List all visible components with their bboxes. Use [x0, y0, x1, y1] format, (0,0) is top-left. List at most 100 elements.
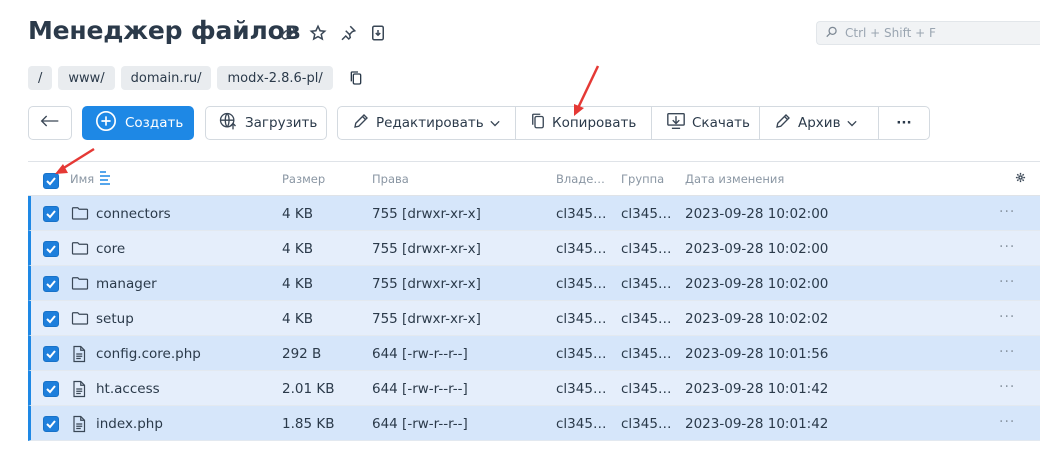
copy-path-icon[interactable]	[347, 69, 365, 87]
arrow-left-icon	[40, 115, 60, 131]
row-more-button[interactable]: ···	[999, 309, 1015, 325]
file-group: cl345…	[621, 381, 672, 397]
col-modified[interactable]: Дата изменения	[685, 172, 784, 186]
breadcrumb-modx[interactable]: modx-2.8.6-pl/	[217, 66, 333, 90]
file-icon	[71, 380, 86, 402]
link-icon[interactable]	[278, 23, 298, 43]
row-checkbox[interactable]	[43, 206, 59, 222]
plus-circle-icon	[95, 110, 117, 136]
file-actions-group: Редактировать Копировать Скачать Архив ·…	[337, 106, 930, 140]
row-checkbox[interactable]	[43, 241, 59, 257]
download-icon	[666, 112, 686, 134]
create-button[interactable]: Создать	[82, 106, 194, 140]
row-checkbox[interactable]	[43, 311, 59, 327]
folder-icon	[71, 275, 89, 295]
row-more-button[interactable]: ···	[999, 414, 1015, 430]
bookmark-download-icon[interactable]	[368, 23, 388, 43]
row-more-button[interactable]: ···	[999, 239, 1015, 255]
copy-button[interactable]: Копировать	[516, 107, 652, 139]
row-more-button[interactable]: ···	[999, 204, 1015, 220]
sort-icon[interactable]	[99, 170, 111, 189]
gear-icon[interactable]	[1015, 172, 1026, 186]
col-perms[interactable]: Права	[372, 172, 409, 186]
file-name[interactable]: core	[96, 241, 125, 257]
file-size: 2.01 KB	[282, 381, 335, 397]
file-perms: 644 [-rw-r--r--]	[372, 346, 468, 362]
file-perms: 755 [drwxr-xr-x]	[372, 206, 481, 222]
file-modified: 2023-09-28 10:01:56	[685, 346, 829, 362]
file-modified: 2023-09-28 10:01:42	[685, 416, 829, 432]
file-icon	[71, 345, 86, 367]
file-size: 1.85 KB	[282, 416, 335, 432]
row-more-button[interactable]: ···	[999, 379, 1015, 395]
file-table: Имя Размер Права Владе… Группа Дата изме…	[28, 161, 1040, 441]
create-label: Создать	[125, 115, 184, 131]
row-more-button[interactable]: ···	[999, 274, 1015, 290]
search-input[interactable]	[845, 26, 1025, 40]
pin-icon[interactable]	[338, 23, 358, 43]
globe-upload-icon	[218, 111, 238, 135]
file-perms: 644 [-rw-r--r--]	[372, 381, 468, 397]
pencil-icon	[352, 112, 370, 134]
file-owner: cl345…	[556, 206, 607, 222]
breadcrumb-root[interactable]: /	[28, 66, 53, 90]
file-size: 4 KB	[282, 276, 313, 292]
archive-button[interactable]: Архив	[760, 107, 879, 139]
breadcrumb-www[interactable]: www/	[58, 66, 115, 90]
table-row[interactable]: manager 4 KB 755 [drwxr-xr-x] cl345… cl345… 2…	[28, 266, 1040, 301]
chevron-down-icon	[846, 115, 857, 131]
upload-button[interactable]: Загрузить	[205, 106, 327, 140]
star-icon[interactable]	[308, 23, 328, 43]
col-name[interactable]: Имя	[70, 172, 94, 186]
col-group[interactable]: Группа	[621, 172, 664, 186]
col-size[interactable]: Размер	[282, 172, 325, 186]
row-checkbox[interactable]	[43, 416, 59, 432]
table-row[interactable]: ht.access 2.01 KB 644 [-rw-r--r--] cl345… cl…	[28, 371, 1040, 406]
row-checkbox[interactable]	[43, 346, 59, 362]
file-icon	[71, 415, 86, 437]
file-modified: 2023-09-28 10:01:42	[685, 381, 829, 397]
table-row[interactable]: index.php 1.85 KB 644 [-rw-r--r--] cl345… cl…	[28, 406, 1040, 441]
select-all-checkbox[interactable]	[43, 173, 59, 189]
table-row[interactable]: core 4 KB 755 [drwxr-xr-x] cl345… cl345… 2023…	[28, 231, 1040, 266]
file-name[interactable]: manager	[96, 276, 157, 292]
file-perms: 755 [drwxr-xr-x]	[372, 276, 481, 292]
file-group: cl345…	[621, 311, 672, 327]
row-checkbox[interactable]	[43, 276, 59, 292]
file-owner: cl345…	[556, 276, 607, 292]
file-perms: 755 [drwxr-xr-x]	[372, 241, 481, 257]
search-icon	[825, 24, 839, 43]
file-perms: 644 [-rw-r--r--]	[372, 416, 468, 432]
file-size: 4 KB	[282, 206, 313, 222]
table-row[interactable]: setup 4 KB 755 [drwxr-xr-x] cl345… cl345… 202…	[28, 301, 1040, 336]
file-group: cl345…	[621, 276, 672, 292]
back-button[interactable]	[28, 106, 72, 140]
breadcrumb-domain[interactable]: domain.ru/	[120, 66, 212, 90]
file-size: 4 KB	[282, 241, 313, 257]
table-row[interactable]: connectors 4 KB 755 [drwxr-xr-x] cl345… cl34…	[28, 196, 1040, 231]
more-actions-button[interactable]: ···	[879, 107, 929, 139]
file-name[interactable]: index.php	[96, 416, 163, 432]
edit-button[interactable]: Редактировать	[338, 107, 516, 139]
download-button[interactable]: Скачать	[652, 107, 760, 139]
file-owner: cl345…	[556, 416, 607, 432]
file-name[interactable]: ht.access	[96, 381, 160, 397]
file-perms: 755 [drwxr-xr-x]	[372, 311, 481, 327]
file-modified: 2023-09-28 10:02:00	[685, 276, 829, 292]
search-box[interactable]	[816, 21, 1040, 45]
file-name[interactable]: config.core.php	[96, 346, 201, 362]
file-name[interactable]: setup	[96, 311, 134, 327]
download-label: Скачать	[692, 115, 750, 131]
page-title: Менеджер файлов	[28, 16, 301, 45]
table-row[interactable]: config.core.php 292 B 644 [-rw-r--r--] cl34…	[28, 336, 1040, 371]
col-owner[interactable]: Владе…	[556, 172, 605, 186]
row-checkbox[interactable]	[43, 381, 59, 397]
file-owner: cl345…	[556, 241, 607, 257]
file-name[interactable]: connectors	[96, 206, 171, 222]
file-size: 4 KB	[282, 311, 313, 327]
toolbar: Создать Загрузить Редактировать Копирова…	[0, 106, 1040, 140]
row-more-button[interactable]: ···	[999, 344, 1015, 360]
file-owner: cl345…	[556, 346, 607, 362]
file-group: cl345…	[621, 206, 672, 222]
copy-icon	[530, 112, 546, 134]
